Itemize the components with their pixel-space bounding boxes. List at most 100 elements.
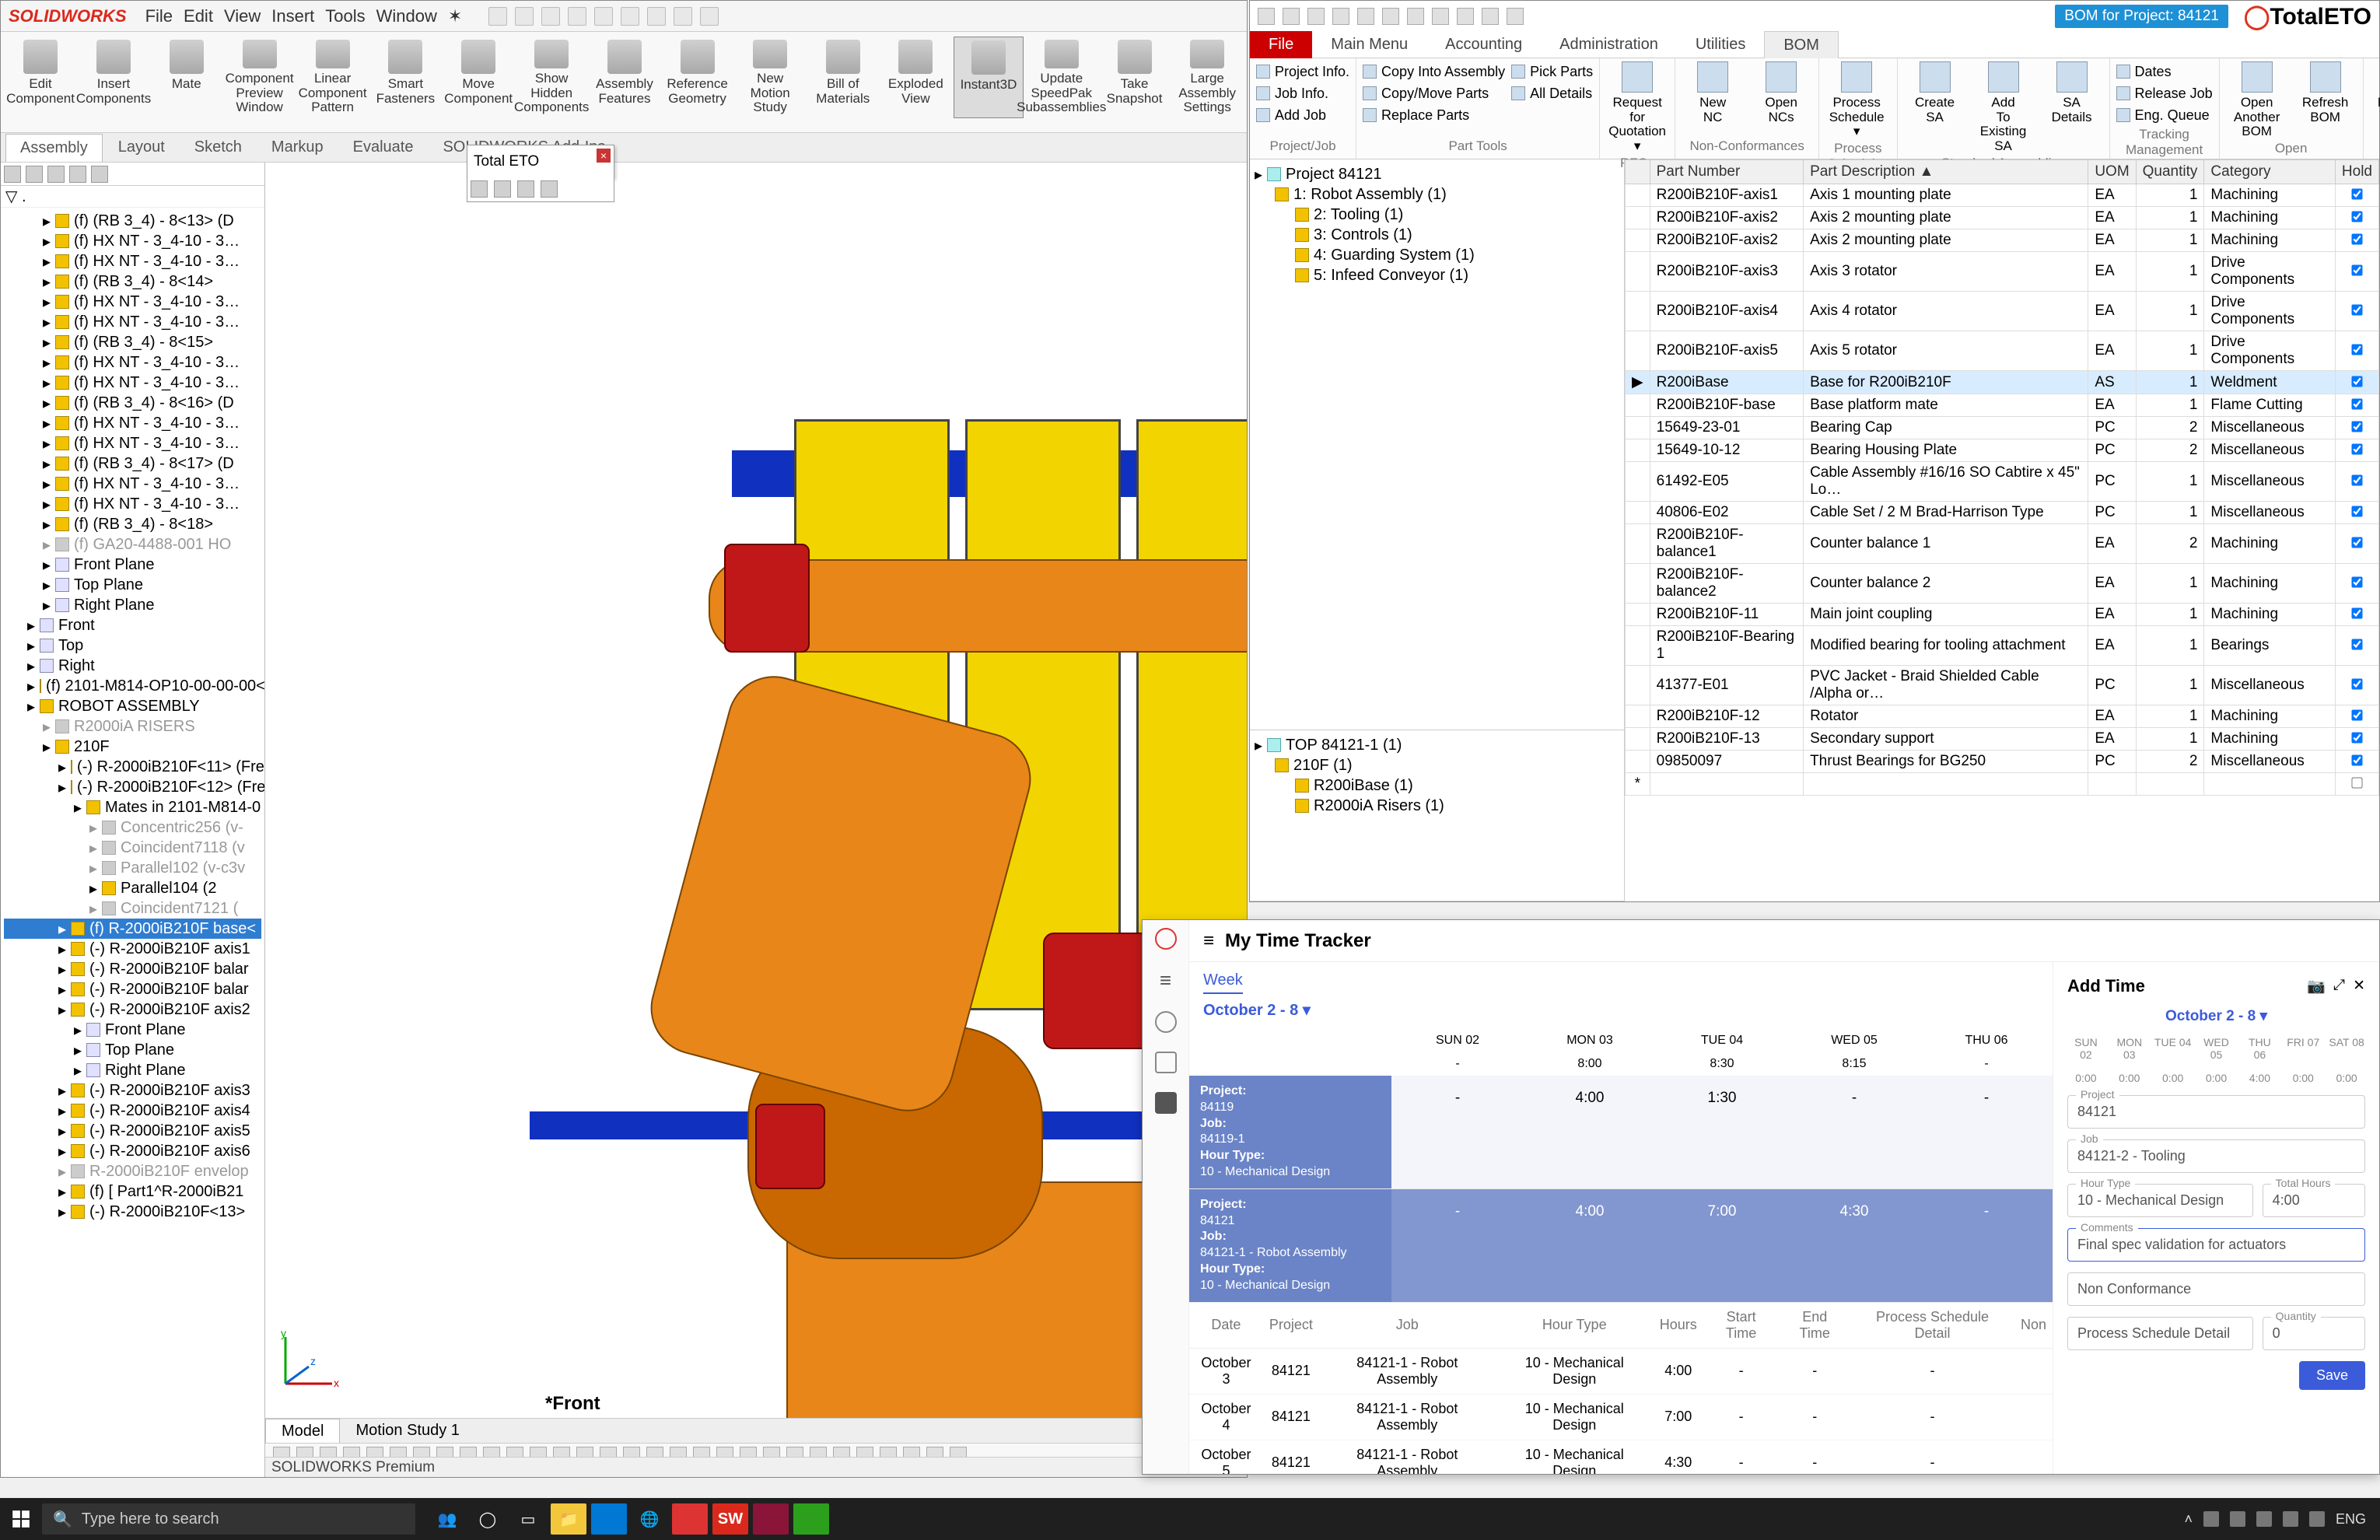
view-tab-model[interactable]: Model bbox=[265, 1419, 340, 1444]
tree-node[interactable]: ▸(f) HX NT - 3_4-10 - 3… bbox=[4, 352, 261, 373]
eto-btn[interactable]: CreateSA bbox=[1904, 61, 1966, 124]
hold-checkbox[interactable] bbox=[2351, 264, 2362, 275]
eto-btn[interactable]: Add Job bbox=[1256, 105, 1349, 125]
hold-checkbox[interactable] bbox=[2351, 211, 2362, 222]
bom-row[interactable]: R200iB210F-axis3Axis 3 rotatorEA1Drive C… bbox=[1626, 252, 2379, 292]
bom-row[interactable]: 15649-23-01Bearing CapPC2Miscellaneous bbox=[1626, 417, 2379, 439]
tree-node[interactable]: ▸Parallel102 (v-c3v bbox=[4, 858, 261, 878]
tree-node[interactable]: ▸Top Plane bbox=[4, 575, 261, 595]
tb-taskview-icon[interactable]: ◯ bbox=[470, 1503, 506, 1535]
tree-node[interactable]: ▸Right Plane bbox=[4, 595, 261, 615]
eto-tab-bom[interactable]: BOM bbox=[1764, 31, 1839, 59]
tt-clock-icon[interactable] bbox=[1155, 1011, 1177, 1033]
sw-menu-insert[interactable]: Insert bbox=[271, 6, 314, 26]
sw-graphics-area[interactable]: x y z *Front Model Motion Study 1 SOLIDW… bbox=[265, 163, 1247, 1477]
tt-hour-cell[interactable]: - bbox=[1920, 1189, 2053, 1302]
mini-day[interactable]: SAT 08 bbox=[2328, 1036, 2365, 1061]
tt-hamburger-icon[interactable]: ≡ bbox=[1203, 930, 1214, 952]
tree-node[interactable]: ▸(f) HX NT - 3_4-10 - 3… bbox=[4, 433, 261, 453]
eto-btn[interactable]: Dates bbox=[2116, 61, 2213, 82]
bom-row[interactable]: 41377-E01PVC Jacket - Braid Shielded Cab… bbox=[1626, 666, 2379, 705]
mini-day[interactable]: WED 05 bbox=[2198, 1036, 2235, 1061]
bom-row[interactable]: R200iB210F-axis2Axis 2 mounting plateEA1… bbox=[1626, 207, 2379, 229]
eto-qat-icon[interactable] bbox=[1507, 8, 1524, 25]
tree-node[interactable]: ▸(f) HX NT - 3_4-10 - 3… bbox=[4, 231, 261, 251]
nav-item[interactable]: ▸ TOP 84121-1 (1) bbox=[1255, 735, 1619, 755]
sw-ribbon-new[interactable]: NewMotion Study bbox=[735, 37, 805, 118]
sw-ribbon-mate[interactable]: Mate bbox=[152, 37, 222, 118]
eto-btn[interactable]: Job Info. bbox=[1256, 83, 1349, 103]
sw-ribbon-instant3d[interactable]: Instant3D bbox=[954, 37, 1024, 118]
tree-node[interactable]: ▸(-) R-2000iB210F axis2 bbox=[4, 999, 261, 1020]
sw-ribbon-assembly[interactable]: AssemblyFeatures bbox=[590, 37, 660, 118]
tt-entry-row[interactable]: Project:84119Job:84119-1Hour Type:10 - M… bbox=[1189, 1076, 2053, 1189]
qat-options-icon[interactable] bbox=[674, 7, 692, 26]
tt-hour-cell[interactable]: - bbox=[1391, 1189, 1524, 1302]
tree-node[interactable]: ▸(f) HX NT - 3_4-10 - 3… bbox=[4, 292, 261, 312]
sw-ribbon-linear-component[interactable]: Linear ComponentPattern bbox=[298, 37, 368, 118]
tt-week-tab[interactable]: Week bbox=[1203, 971, 1243, 994]
bom-row[interactable]: R200iB210F-axis1Axis 1 mounting plateEA1… bbox=[1626, 184, 2379, 207]
sw-ribbon-update[interactable]: UpdateSpeedPak Subassemblies bbox=[1027, 37, 1097, 118]
tree-node[interactable]: ▸(-) R-2000iB210F axis4 bbox=[4, 1101, 261, 1121]
eto-btn[interactable]: OpenNCs bbox=[1750, 61, 1812, 124]
sw-ribbon-move[interactable]: MoveComponent bbox=[443, 37, 513, 118]
sw-menu-window[interactable]: Window bbox=[376, 6, 437, 26]
tree-node[interactable]: ▸(f) (RB 3_4) - 8<18> bbox=[4, 514, 261, 534]
tb-quickbooks-icon[interactable] bbox=[793, 1503, 829, 1535]
tt-hourtype-select[interactable]: 10 - Mechanical Design bbox=[2067, 1184, 2253, 1217]
tree-node[interactable]: ▸(-) R-2000iB210F axis6 bbox=[4, 1141, 261, 1161]
totaleto-taskpane-title[interactable]: Total ETO × bbox=[467, 145, 614, 179]
tt-hour-cell[interactable]: 4:00 bbox=[1524, 1189, 1656, 1302]
hold-checkbox[interactable] bbox=[2351, 421, 2362, 432]
eto-qat-icon[interactable] bbox=[1283, 8, 1300, 25]
property-mgr-icon[interactable] bbox=[26, 166, 43, 183]
bom-row[interactable]: ▶R200iBaseBase for R200iB210FAS1Weldment bbox=[1626, 371, 2379, 394]
camera-icon[interactable]: 📷 bbox=[2307, 977, 2326, 996]
hold-checkbox[interactable] bbox=[2351, 233, 2362, 244]
hold-checkbox[interactable] bbox=[2351, 732, 2362, 743]
sw-menu-view[interactable]: View bbox=[224, 6, 261, 26]
eto-project-tree[interactable]: ▸ Project 841211: Robot Assembly (1)2: T… bbox=[1250, 159, 1624, 730]
eto-tab-mainmenu[interactable]: Main Menu bbox=[1312, 31, 1426, 58]
eto-btn[interactable]: Requestfor Quotation ▾ bbox=[1606, 61, 1668, 154]
bom-col-header[interactable]: Hold bbox=[2335, 160, 2378, 184]
tree-node[interactable]: ▸(f) HX NT - 3_4-10 - 3… bbox=[4, 474, 261, 494]
tt-hour-cell[interactable]: - bbox=[1920, 1076, 2053, 1188]
qat-print-icon[interactable] bbox=[594, 7, 613, 26]
tt-date-range[interactable]: October 2 - 8 bbox=[1203, 1002, 1298, 1019]
tree-node[interactable]: ▸Front bbox=[4, 615, 261, 635]
sw-ribbon-edit[interactable]: EditComponent bbox=[5, 37, 75, 118]
qat-undo-icon[interactable] bbox=[621, 7, 639, 26]
hold-checkbox[interactable] bbox=[2351, 709, 2362, 720]
eto-btn[interactable]: Replace Parts bbox=[1363, 105, 1505, 125]
tree-node[interactable]: ▸(-) R-2000iB210F balar bbox=[4, 979, 261, 999]
hold-checkbox[interactable] bbox=[2351, 474, 2362, 485]
tree-node[interactable]: ▸(-) R-2000iB210F axis1 bbox=[4, 939, 261, 959]
tree-node[interactable]: ▸(f) [ Part1^R-2000iB21 bbox=[4, 1181, 261, 1202]
hold-checkbox[interactable] bbox=[2351, 777, 2362, 788]
tree-node[interactable]: ▸Mates in 2101-M814-0 bbox=[4, 797, 261, 817]
mini-day[interactable]: FRI 07 bbox=[2284, 1036, 2322, 1061]
sw-tab-sketch[interactable]: Sketch bbox=[180, 134, 256, 161]
nav-item[interactable]: 3: Controls (1) bbox=[1255, 225, 1619, 245]
tree-node[interactable]: ▸(f) (RB 3_4) - 8<13> (D bbox=[4, 211, 261, 231]
tt-hour-cell[interactable]: 7:00 bbox=[1656, 1189, 1788, 1302]
tray-chevron-icon[interactable]: ˄ bbox=[2184, 1511, 2193, 1528]
sw-ribbon-bill-of[interactable]: Bill ofMaterials bbox=[808, 37, 878, 118]
eto-qat-icon[interactable] bbox=[1457, 8, 1474, 25]
eto-btn[interactable]: All Details bbox=[1511, 83, 1593, 103]
teto-tool-icon[interactable] bbox=[541, 180, 558, 198]
tt-entry-row[interactable]: Project:84121Job:84121-1 - Robot Assembl… bbox=[1189, 1189, 2053, 1303]
tt-add-range[interactable]: October 2 - 8 ▾ bbox=[2067, 1007, 2365, 1025]
sw-tab-markup[interactable]: Markup bbox=[257, 134, 338, 161]
tray-lang[interactable]: ENG bbox=[2336, 1511, 2366, 1528]
eto-tab-accounting[interactable]: Accounting bbox=[1426, 31, 1541, 58]
dim-mgr-icon[interactable] bbox=[69, 166, 86, 183]
eto-btn[interactable]: AddTo Existing SA bbox=[1972, 61, 2035, 154]
feature-tree-icon[interactable] bbox=[4, 166, 21, 183]
qat-open-icon[interactable] bbox=[541, 7, 560, 26]
tree-node[interactable]: ▸(-) R-2000iB210F axis5 bbox=[4, 1121, 261, 1141]
eto-qat-icon[interactable] bbox=[1332, 8, 1349, 25]
eto-btn[interactable]: ProcessSchedule ▾ bbox=[1825, 61, 1888, 139]
